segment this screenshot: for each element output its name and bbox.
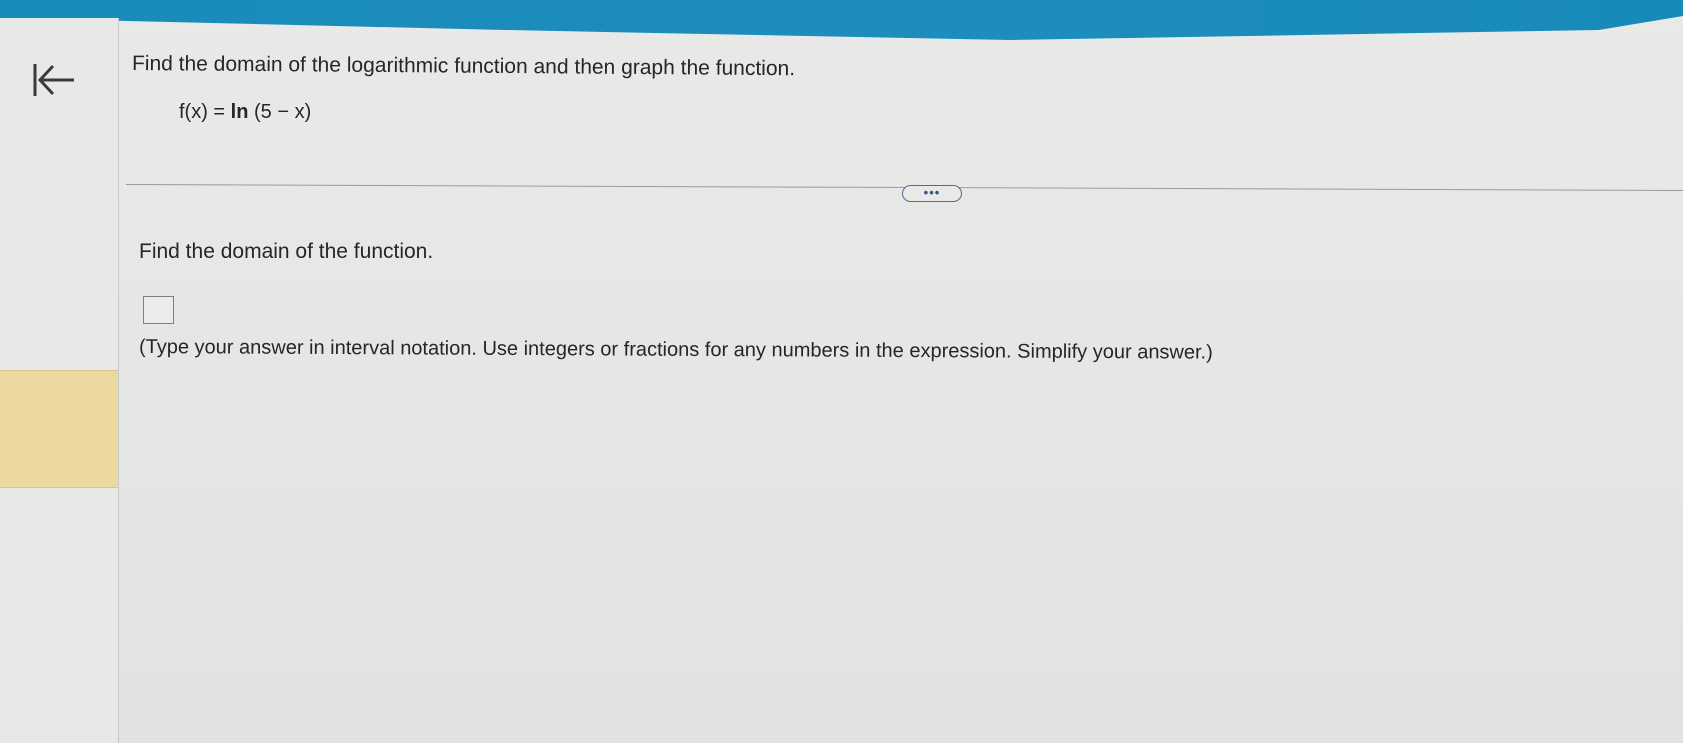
screen: Find the domain of the logarithmic funct… xyxy=(0,0,1683,743)
formula-ln: ln xyxy=(230,101,249,123)
answer-hint: (Type your answer in interval notation. … xyxy=(138,336,1213,364)
sidebar-highlight xyxy=(0,370,118,488)
question-area: Find the domain of the logarithmic funct… xyxy=(125,0,1683,743)
expand-more-button[interactable]: ••• xyxy=(902,185,962,202)
part-prompt: Find the domain of the function. xyxy=(139,240,434,263)
question-title: Find the domain of the logarithmic funct… xyxy=(131,52,796,81)
formula-suffix: (5 − x) xyxy=(248,101,312,123)
formula-prefix: f(x) = xyxy=(179,101,231,123)
arrow-left-to-bar-icon xyxy=(33,64,74,96)
domain-answer-input[interactable] xyxy=(143,296,174,324)
left-sidebar xyxy=(0,18,119,743)
function-formula: f(x) = ln (5 − x) xyxy=(179,101,311,124)
back-to-start-button[interactable] xyxy=(30,58,78,102)
